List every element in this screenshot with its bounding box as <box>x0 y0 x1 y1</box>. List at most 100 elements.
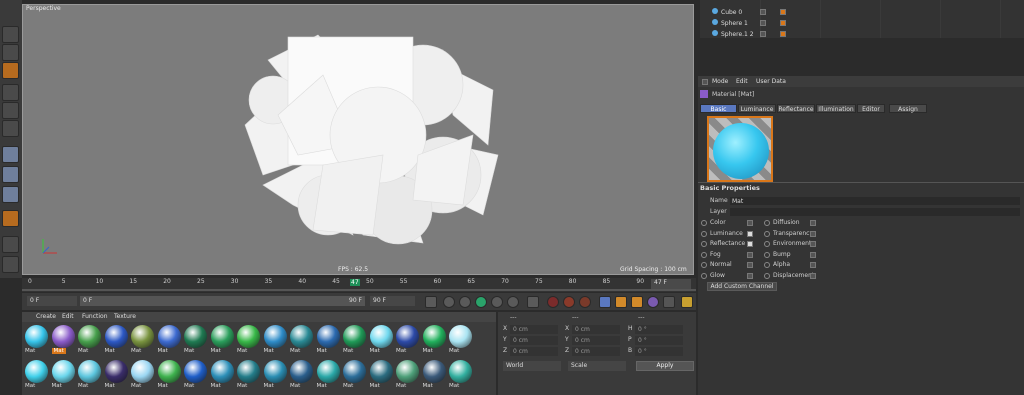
channel-checkbox[interactable] <box>810 251 816 258</box>
attr-tab[interactable]: Luminance <box>738 104 776 113</box>
material-swatch[interactable]: Mat <box>316 358 341 392</box>
channel-checkbox[interactable] <box>747 251 753 258</box>
attr-lock-icon[interactable] <box>702 79 708 85</box>
channel-checkbox[interactable] <box>810 262 816 268</box>
viewport-perspective[interactable] <box>22 4 694 275</box>
autokey-icon[interactable] <box>563 296 575 308</box>
goto-start-icon[interactable] <box>425 296 437 308</box>
channel-radio[interactable] <box>701 251 707 258</box>
magnet-tool-icon[interactable] <box>2 210 19 227</box>
menu-edit[interactable]: Edit <box>62 312 74 322</box>
menu-create[interactable]: Create <box>36 312 56 322</box>
prev-key-icon[interactable] <box>443 296 455 308</box>
material-swatch[interactable]: Mat <box>77 323 102 357</box>
channel-checkbox[interactable] <box>810 241 816 247</box>
param-key-icon[interactable] <box>647 296 659 308</box>
snap-tool-icon[interactable] <box>2 186 19 203</box>
polygons-mode-icon[interactable] <box>2 120 19 137</box>
name-field[interactable]: Mat <box>730 197 1020 205</box>
attr-menu-edit[interactable]: Edit <box>736 78 748 85</box>
channel-checkbox[interactable] <box>810 220 816 226</box>
material-swatch[interactable]: Mat <box>448 323 473 357</box>
material-swatch[interactable]: Mat <box>130 323 155 357</box>
object-material-tag-icon[interactable] <box>780 9 786 15</box>
material-swatch[interactable]: Mat <box>395 358 420 392</box>
object-visibility-icon[interactable] <box>760 9 766 15</box>
material-swatch[interactable]: Mat <box>210 323 235 357</box>
channel-radio[interactable] <box>701 262 707 268</box>
channel-radio[interactable] <box>764 262 770 268</box>
channel-radio[interactable] <box>764 220 770 226</box>
apply-button[interactable]: Apply <box>636 361 694 371</box>
material-swatch[interactable]: Mat <box>342 323 367 357</box>
pla-key-icon[interactable] <box>663 296 675 308</box>
material-swatch[interactable]: Mat <box>422 323 447 357</box>
material-swatch[interactable]: Mat <box>369 358 394 392</box>
coord-value-field[interactable]: 0 ° <box>635 336 683 345</box>
coord-value-field[interactable]: 0 ° <box>635 325 683 334</box>
channel-checkbox[interactable] <box>810 272 816 279</box>
object-tool-icon[interactable] <box>2 44 19 61</box>
current-frame-field[interactable]: 47 F <box>651 279 691 289</box>
points-mode-icon[interactable] <box>2 84 19 101</box>
channel-radio[interactable] <box>701 230 707 237</box>
texture-mode-icon[interactable] <box>2 62 19 79</box>
coord-value-field[interactable]: 0 cm <box>510 325 558 334</box>
cube-tool-icon[interactable] <box>2 26 19 43</box>
end-frame-field[interactable]: 90 F <box>370 296 415 306</box>
playhead-frame[interactable]: 47 <box>350 279 360 286</box>
material-swatch[interactable]: Mat <box>210 358 235 392</box>
channel-radio[interactable] <box>764 230 770 237</box>
coord-value-field[interactable]: 0 cm <box>510 336 558 345</box>
material-swatch[interactable]: Mat <box>422 358 447 392</box>
rotate-key-icon[interactable] <box>631 296 643 308</box>
attr-menu-mode[interactable]: Mode <box>712 78 728 85</box>
channel-radio[interactable] <box>764 272 770 279</box>
channel-radio[interactable] <box>764 251 770 258</box>
channel-checkbox[interactable] <box>747 241 753 247</box>
axis-tool-icon[interactable] <box>2 146 19 163</box>
coord-value-field[interactable]: 0 cm <box>572 336 620 345</box>
material-swatch[interactable]: Mat <box>263 358 288 392</box>
attr-tab[interactable]: Illumination <box>816 104 856 113</box>
material-swatch[interactable]: Mat <box>263 323 288 357</box>
material-swatch[interactable]: Mat <box>104 358 129 392</box>
material-swatch[interactable]: Mat <box>24 358 49 392</box>
coord-value-field[interactable]: 0 cm <box>572 325 620 334</box>
frame-range-slider[interactable]: 0 F 90 F <box>80 296 365 306</box>
channel-checkbox[interactable] <box>810 230 816 237</box>
layer-tool-icon[interactable] <box>2 236 19 253</box>
attr-menu-userdata[interactable]: User Data <box>756 78 786 85</box>
coord-scale-dropdown[interactable]: Scale <box>568 361 626 371</box>
material-swatch[interactable]: Mat <box>289 323 314 357</box>
next-key-icon[interactable] <box>507 296 519 308</box>
channel-radio[interactable] <box>701 220 707 226</box>
timeline-options-icon[interactable] <box>681 296 693 308</box>
material-swatch[interactable]: Mat <box>130 358 155 392</box>
spline-tool-icon[interactable] <box>2 166 19 183</box>
edges-mode-icon[interactable] <box>2 102 19 119</box>
goto-end-icon[interactable] <box>527 296 539 308</box>
material-swatch[interactable]: Mat <box>183 358 208 392</box>
start-frame-field[interactable]: 0 F <box>27 296 77 306</box>
move-key-icon[interactable] <box>599 296 611 308</box>
object-visibility-icon[interactable] <box>760 31 766 37</box>
coord-mode-dropdown[interactable]: World <box>503 361 561 371</box>
play-icon[interactable] <box>475 296 487 308</box>
material-swatch[interactable]: Mat <box>51 358 76 392</box>
material-swatch[interactable]: Mat <box>157 358 182 392</box>
channel-checkbox[interactable] <box>747 262 753 268</box>
material-swatch[interactable]: Mat <box>289 358 314 392</box>
material-swatch[interactable]: Mat <box>24 323 49 357</box>
channel-checkbox[interactable] <box>747 220 753 226</box>
prev-frame-icon[interactable] <box>459 296 471 308</box>
keyframe-selection-icon[interactable] <box>579 296 591 308</box>
object-material-tag-icon[interactable] <box>780 31 786 37</box>
coord-value-field[interactable]: 0 ° <box>635 347 683 356</box>
material-swatch[interactable]: Mat <box>236 358 261 392</box>
attr-tab[interactable]: Reflectance <box>777 104 815 113</box>
coord-value-field[interactable]: 0 cm <box>510 347 558 356</box>
material-swatch[interactable]: Mat <box>395 323 420 357</box>
coord-value-field[interactable]: 0 cm <box>572 347 620 356</box>
channel-radio[interactable] <box>764 241 770 247</box>
